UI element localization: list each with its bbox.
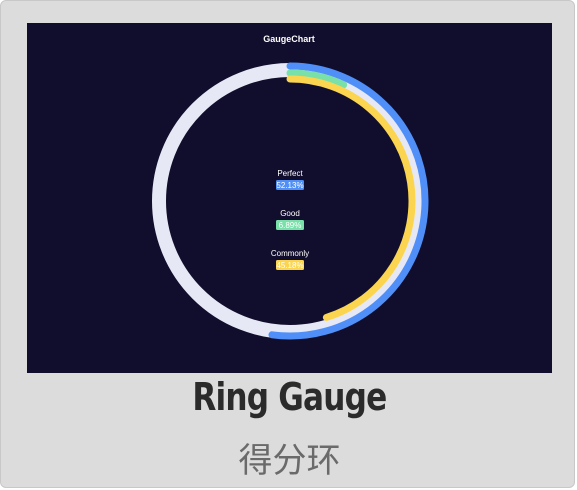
series-name-commonly: Commonly [271, 249, 309, 258]
ring-gauge-chart: GaugeChart Perfect 52.13% Good 6.89% Commonl… [152, 34, 429, 340]
series-name-good: Good [280, 209, 300, 218]
value-label-commonly: 45.18% [276, 261, 303, 270]
value-label-perfect: 52.13% [276, 181, 303, 190]
card-subtitle: 得分环 [238, 441, 341, 481]
series-name-perfect: Perfect [277, 169, 303, 178]
card-title: Ring Gauge [192, 375, 387, 419]
chart-panel: GaugeChart Perfect 52.13% Good 6.89% Commonl… [27, 23, 552, 373]
chart-card: GaugeChart Perfect 52.13% Good 6.89% Commonl… [0, 0, 575, 488]
value-label-good: 6.89% [279, 221, 302, 230]
gauge-track [152, 63, 428, 339]
gauge-arc-perfect [268, 62, 429, 340]
chart-title: GaugeChart [263, 34, 315, 44]
